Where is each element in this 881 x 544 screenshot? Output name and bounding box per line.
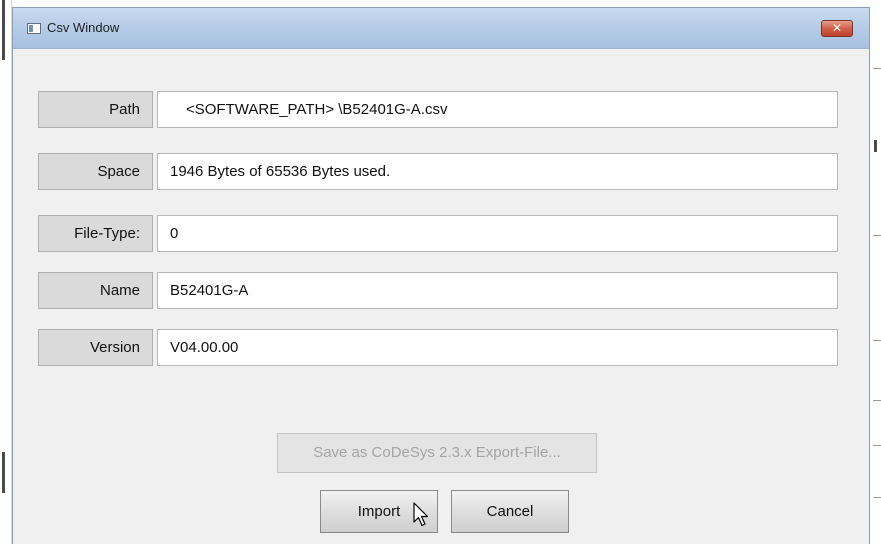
background-window-tick bbox=[873, 235, 881, 236]
background-window-edge-mark bbox=[874, 140, 877, 152]
window-title: Csv Window bbox=[47, 20, 120, 35]
background-window-tick bbox=[873, 497, 881, 498]
background-window-tick bbox=[873, 340, 881, 341]
path-label: Path bbox=[38, 91, 153, 128]
background-window-edge-mark bbox=[2, 452, 5, 493]
background-window-tick bbox=[873, 400, 881, 401]
space-label: Space bbox=[38, 153, 153, 190]
version-label: Version bbox=[38, 329, 153, 366]
version-row: Version V04.00.00 bbox=[38, 329, 838, 366]
space-field[interactable]: 1946 Bytes of 65536 Bytes used. bbox=[157, 153, 838, 190]
file-type-label: File-Type: bbox=[38, 215, 153, 252]
background-window-right bbox=[870, 0, 881, 544]
window-app-icon bbox=[27, 23, 41, 34]
background-window-edge-mark bbox=[2, 0, 5, 60]
file-type-row: File-Type: 0 bbox=[38, 215, 838, 252]
background-window-tick bbox=[873, 68, 881, 69]
background-window-tick bbox=[873, 445, 881, 446]
name-row: Name B52401G-A bbox=[38, 272, 838, 309]
cancel-button[interactable]: Cancel bbox=[451, 490, 569, 533]
csv-window-dialog: Csv Window ✕ Path <SOFTWARE_PATH> \B5240… bbox=[12, 7, 870, 544]
close-icon: ✕ bbox=[831, 21, 843, 35]
title-bar[interactable]: Csv Window ✕ bbox=[13, 8, 869, 49]
path-field[interactable]: <SOFTWARE_PATH> \B52401G-A.csv bbox=[157, 91, 838, 128]
version-field[interactable]: V04.00.00 bbox=[157, 329, 838, 366]
name-label: Name bbox=[38, 272, 153, 309]
mouse-pointer-icon bbox=[413, 502, 429, 527]
save-export-file-button[interactable]: Save as CoDeSys 2.3.x Export-File... bbox=[277, 433, 597, 473]
space-row: Space 1946 Bytes of 65536 Bytes used. bbox=[38, 153, 838, 190]
path-row: Path <SOFTWARE_PATH> \B52401G-A.csv bbox=[38, 91, 838, 128]
file-type-field[interactable]: 0 bbox=[157, 215, 838, 252]
close-button[interactable]: ✕ bbox=[821, 20, 853, 37]
name-field[interactable]: B52401G-A bbox=[157, 272, 838, 309]
